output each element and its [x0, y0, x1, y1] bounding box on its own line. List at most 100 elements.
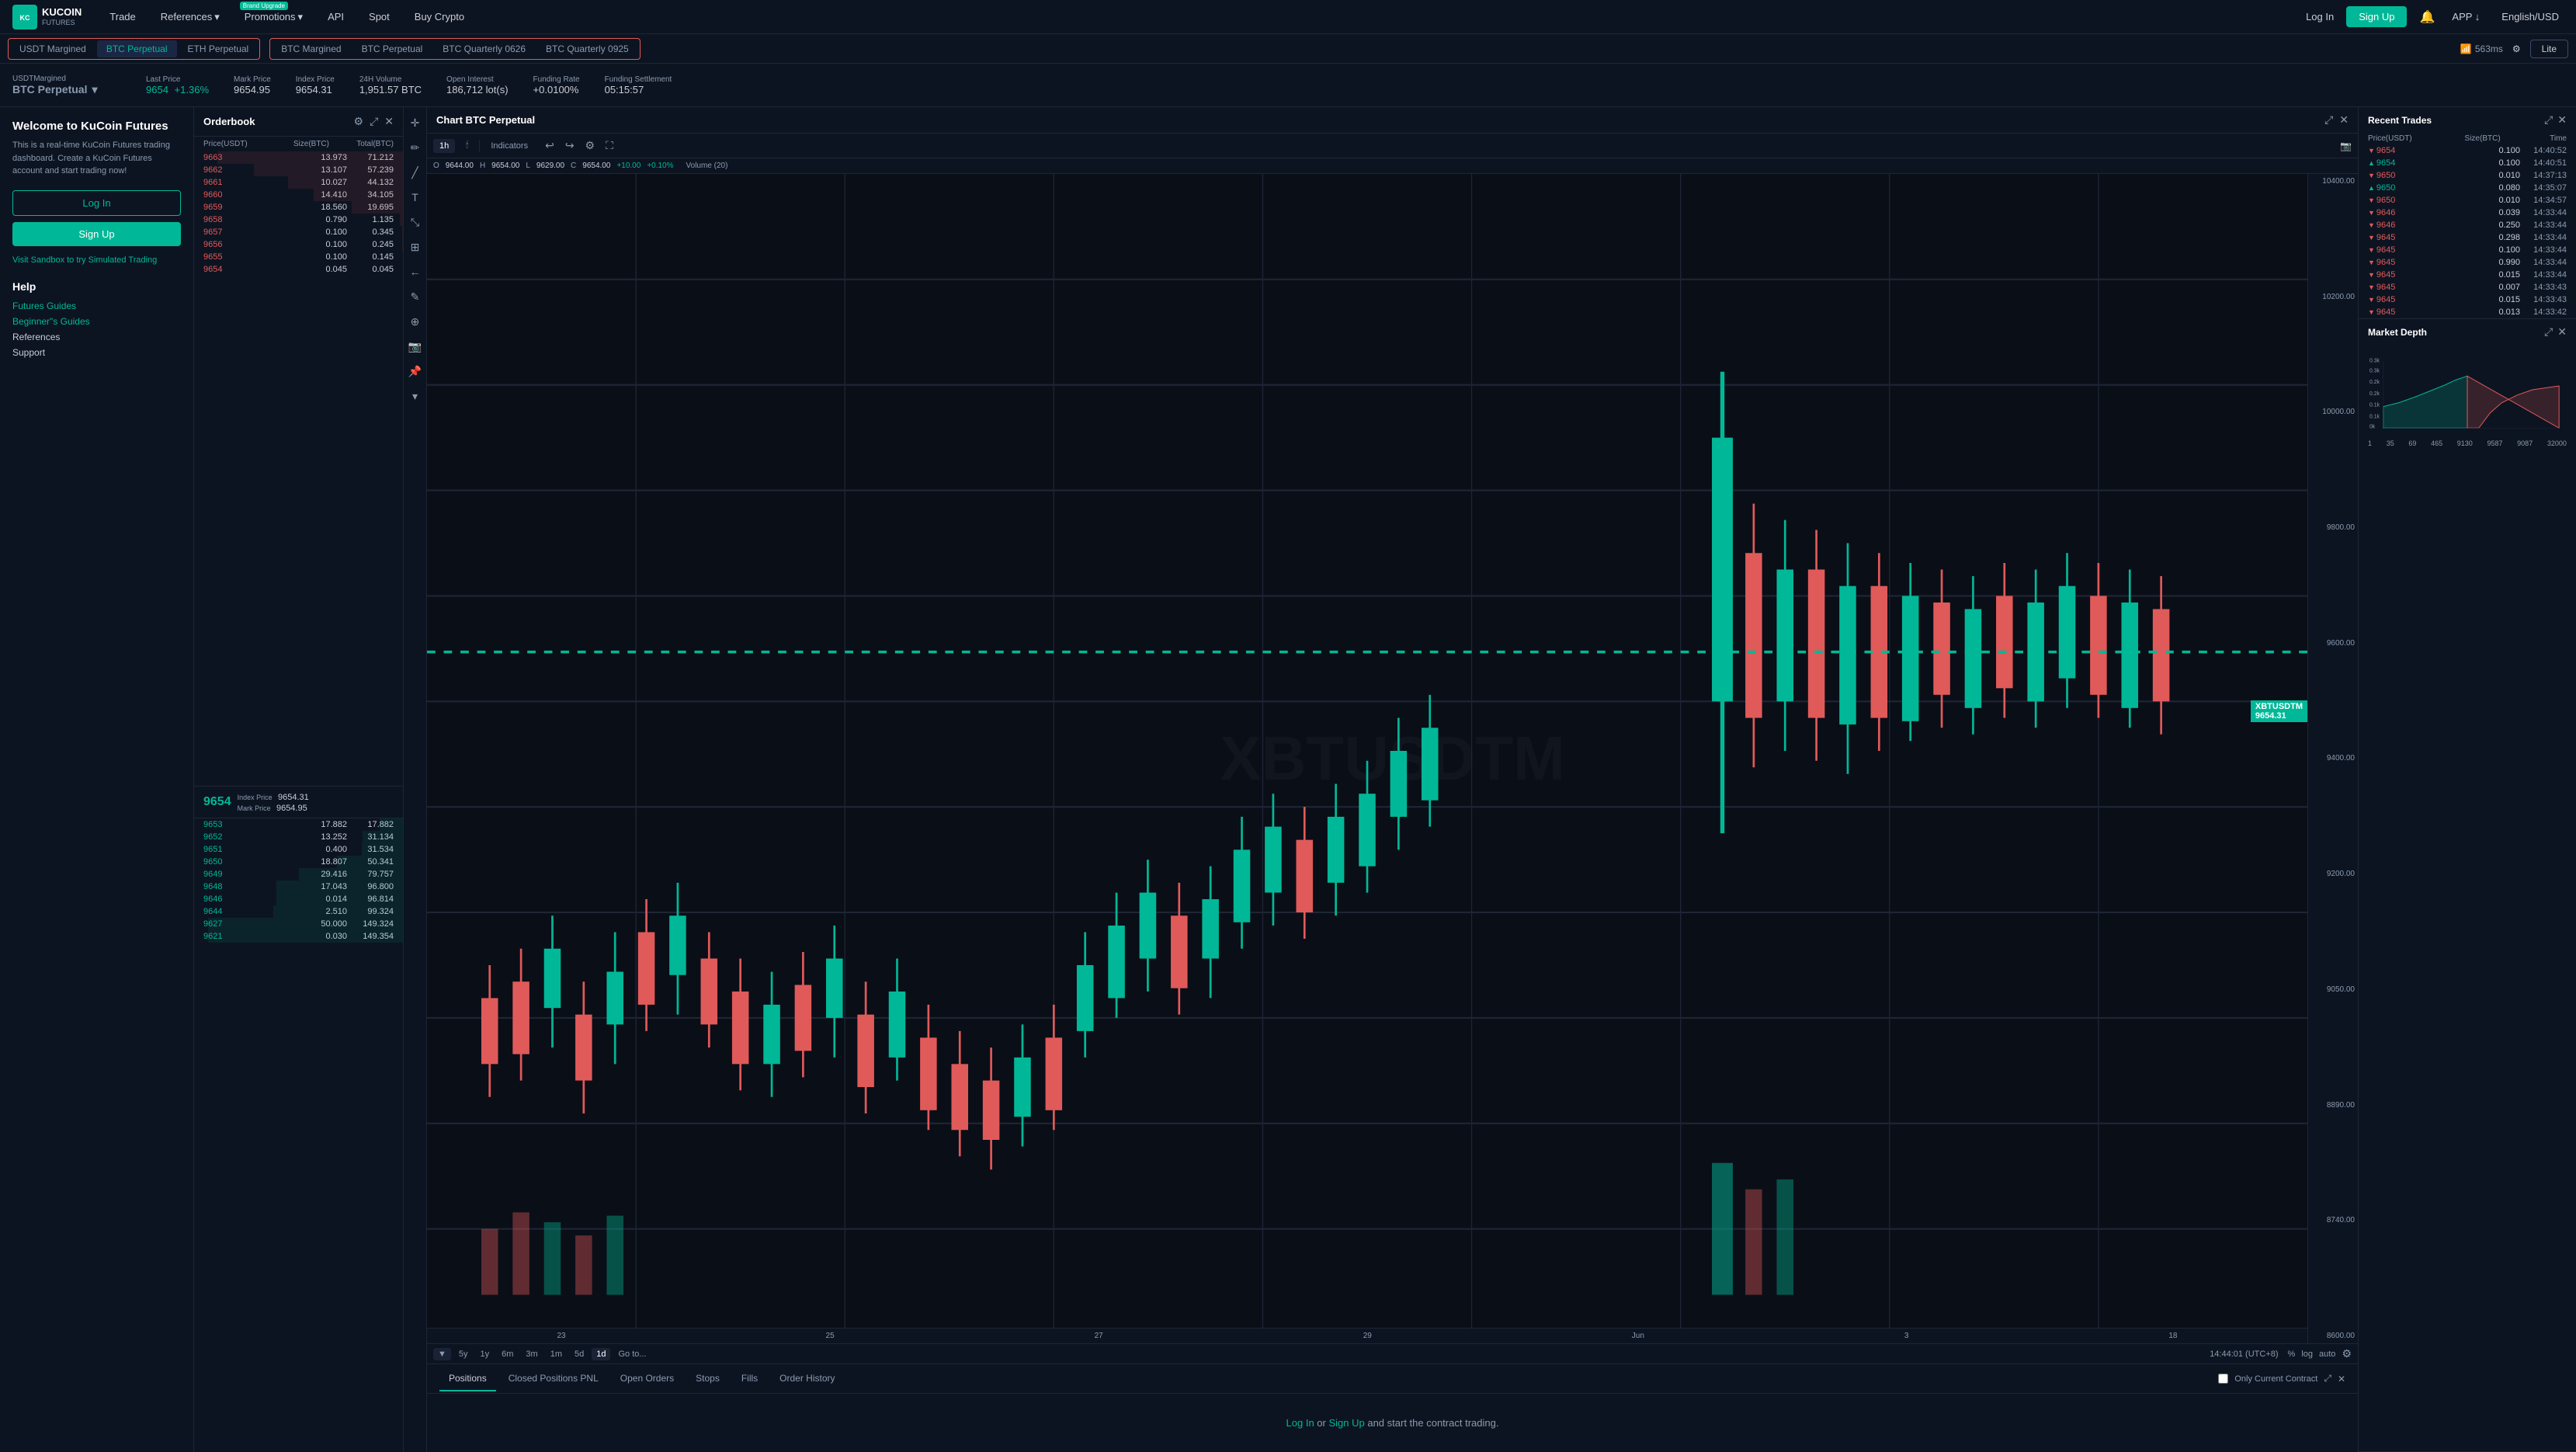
- orderbook-expand-icon[interactable]: ⤢: [370, 115, 378, 128]
- app-download[interactable]: APP ↓: [2447, 8, 2484, 26]
- sidebar-signup-button[interactable]: Sign Up: [12, 222, 181, 246]
- settings-icon[interactable]: ⚙: [2512, 43, 2521, 54]
- tab-open-orders[interactable]: Open Orders: [611, 1367, 683, 1391]
- ticker-dropdown-icon[interactable]: ▾: [92, 83, 97, 96]
- chart-expand-icon[interactable]: ⤢: [2324, 113, 2333, 127]
- ob-buy-row[interactable]: 9650 18.807 50.341: [194, 856, 403, 868]
- sidebar-login-button[interactable]: Log In: [12, 190, 181, 216]
- recent-trades-expand[interactable]: ⤢: [2544, 113, 2553, 127]
- chart-screenshot-icon[interactable]: 📷: [2340, 141, 2352, 151]
- pencil2-tool[interactable]: ✎: [406, 287, 425, 306]
- tab-btc-quarterly-0925[interactable]: BTC Quarterly 0925: [536, 40, 638, 57]
- chart-fullscreen[interactable]: ⛶: [606, 139, 613, 152]
- period-3m[interactable]: 3m: [521, 1348, 542, 1360]
- indicators-button[interactable]: Indicators: [484, 139, 534, 153]
- ob-buy-row[interactable]: 9621 0.030 149.354: [194, 930, 403, 943]
- crosshair-tool[interactable]: ✛: [406, 113, 425, 132]
- goto-button[interactable]: Go to...: [613, 1348, 651, 1360]
- zoom-tool[interactable]: ⊕: [406, 312, 425, 331]
- ob-buy-row[interactable]: 9651 0.400 31.534: [194, 843, 403, 856]
- ob-buy-row[interactable]: 9646 0.014 96.814: [194, 893, 403, 905]
- chart-undo[interactable]: ↩: [545, 139, 554, 152]
- chart-auto-toggle[interactable]: auto: [2319, 1350, 2335, 1359]
- ob-buy-row[interactable]: 9627 50.000 149.324: [194, 918, 403, 930]
- tab-fills[interactable]: Fills: [732, 1367, 767, 1391]
- help-beginners-guides[interactable]: Beginner"s Guides: [12, 316, 181, 327]
- ob-buy-row[interactable]: 9648 17.043 96.800: [194, 881, 403, 893]
- tab-order-history[interactable]: Order History: [770, 1367, 844, 1391]
- ob-sell-row[interactable]: 9654 0.045 0.045: [194, 263, 403, 276]
- ob-sell-row[interactable]: 9658 0.790 1.135: [194, 214, 403, 226]
- help-futures-guides[interactable]: Futures Guides: [12, 300, 181, 311]
- ob-buy-row[interactable]: 9649 29.416 79.757: [194, 868, 403, 881]
- pencil-tool[interactable]: ✏: [406, 138, 425, 157]
- ob-buy-row[interactable]: 9653 17.882 17.882: [194, 818, 403, 831]
- tab-btc-quarterly-0626[interactable]: BTC Quarterly 0626: [433, 40, 535, 57]
- nav-references[interactable]: References ▾: [156, 8, 224, 26]
- pattern-tool[interactable]: ⊞: [406, 238, 425, 256]
- login-link[interactable]: Log In: [2306, 11, 2334, 23]
- nav-promotions[interactable]: Brand Upgrade Promotions ▾: [240, 8, 307, 26]
- recent-trades-close[interactable]: ✕: [2557, 113, 2567, 127]
- tab-stops[interactable]: Stops: [686, 1367, 729, 1391]
- ob-sell-row[interactable]: 9661 10.027 44.132: [194, 176, 403, 189]
- camera-icon[interactable]: 📷: [406, 337, 425, 356]
- lite-button[interactable]: Lite: [2530, 40, 2568, 58]
- timeframe-1h[interactable]: 1h: [433, 139, 455, 153]
- nav-buy-crypto[interactable]: Buy Crypto: [410, 8, 469, 26]
- market-depth-expand[interactable]: ⤢: [2544, 325, 2553, 339]
- back-tool[interactable]: ←: [406, 262, 425, 281]
- signup-button[interactable]: Sign Up: [2346, 6, 2407, 27]
- ob-sell-row[interactable]: 9663 13.973 71.212: [194, 151, 403, 164]
- chart-settings[interactable]: ⚙: [585, 139, 595, 152]
- chart-log-toggle[interactable]: log: [2301, 1350, 2313, 1359]
- orderbook-settings-icon[interactable]: ⚙: [354, 115, 364, 128]
- tab-btc-perpetual-2[interactable]: BTC Perpetual: [352, 40, 432, 57]
- ob-sell-row[interactable]: 9659 18.560 19.695: [194, 201, 403, 214]
- period-6m[interactable]: 6m: [497, 1348, 518, 1360]
- notifications-icon[interactable]: 🔔: [2419, 9, 2435, 25]
- chart-container[interactable]: XBTUSDTM XBTUSDTM9654.31: [427, 174, 2358, 1343]
- ob-buy-row[interactable]: 9652 13.252 31.134: [194, 831, 403, 843]
- ob-buy-row[interactable]: 9644 2.510 99.324: [194, 905, 403, 918]
- logo[interactable]: KC KUCOIN FUTURES: [12, 5, 82, 30]
- market-depth-close[interactable]: ✕: [2557, 325, 2567, 339]
- measure-tool[interactable]: ⤡: [406, 213, 425, 231]
- language-selector[interactable]: English/USD: [2497, 8, 2564, 26]
- chart-close-icon[interactable]: ✕: [2339, 113, 2349, 127]
- ob-sell-row[interactable]: 9657 0.100 0.345: [194, 226, 403, 238]
- ob-sell-row[interactable]: 9656 0.100 0.245: [194, 238, 403, 251]
- prompt-login-link[interactable]: Log In: [1286, 1417, 1314, 1429]
- chart-redo[interactable]: ↪: [565, 139, 575, 152]
- tab-eth-perpetual[interactable]: ETH Perpetual: [179, 40, 259, 57]
- period-5y[interactable]: 5y: [454, 1348, 473, 1360]
- tab-btc-margined[interactable]: BTC Margined: [272, 40, 350, 57]
- more-tools[interactable]: ▾: [406, 387, 425, 405]
- period-1d[interactable]: 1d: [592, 1348, 610, 1360]
- ob-sell-row[interactable]: 9655 0.100 0.145: [194, 251, 403, 263]
- ob-sell-row[interactable]: 9660 14.410 34.105: [194, 189, 403, 201]
- nav-spot[interactable]: Spot: [364, 8, 394, 26]
- orderbook-close-icon[interactable]: ✕: [384, 115, 394, 128]
- line-tool[interactable]: ╱: [406, 163, 425, 182]
- text-tool[interactable]: T: [406, 188, 425, 207]
- prompt-signup-link[interactable]: Sign Up: [1328, 1417, 1364, 1429]
- tab-btc-perpetual-1[interactable]: BTC Perpetual: [97, 40, 177, 57]
- help-references[interactable]: References: [12, 332, 181, 342]
- period-1m[interactable]: 1m: [546, 1348, 567, 1360]
- bottom-close-icon[interactable]: ✕: [2338, 1374, 2345, 1384]
- tab-closed-pnl[interactable]: Closed Positions PNL: [499, 1367, 608, 1391]
- help-support[interactable]: Support: [12, 347, 181, 358]
- chart-type-selector[interactable]: 🕯: [460, 138, 474, 153]
- tab-usdt-margined[interactable]: USDT Margined: [10, 40, 95, 57]
- chart-extra-settings[interactable]: ⚙: [2342, 1347, 2352, 1360]
- nav-trade[interactable]: Trade: [105, 8, 140, 26]
- period-1y[interactable]: 1y: [476, 1348, 495, 1360]
- ticker-symbol[interactable]: USDTMargined BTC Perpetual ▾: [12, 75, 121, 96]
- tab-positions[interactable]: Positions: [439, 1367, 496, 1391]
- chart-collapse-btn[interactable]: ▼: [433, 1348, 451, 1360]
- pin-tool[interactable]: 📌: [406, 362, 425, 380]
- bottom-expand-icon[interactable]: ⤢: [2324, 1373, 2331, 1384]
- sandbox-link[interactable]: Visit Sandbox to try Simulated Trading: [12, 255, 181, 265]
- chart-percent-toggle[interactable]: %: [2288, 1350, 2296, 1359]
